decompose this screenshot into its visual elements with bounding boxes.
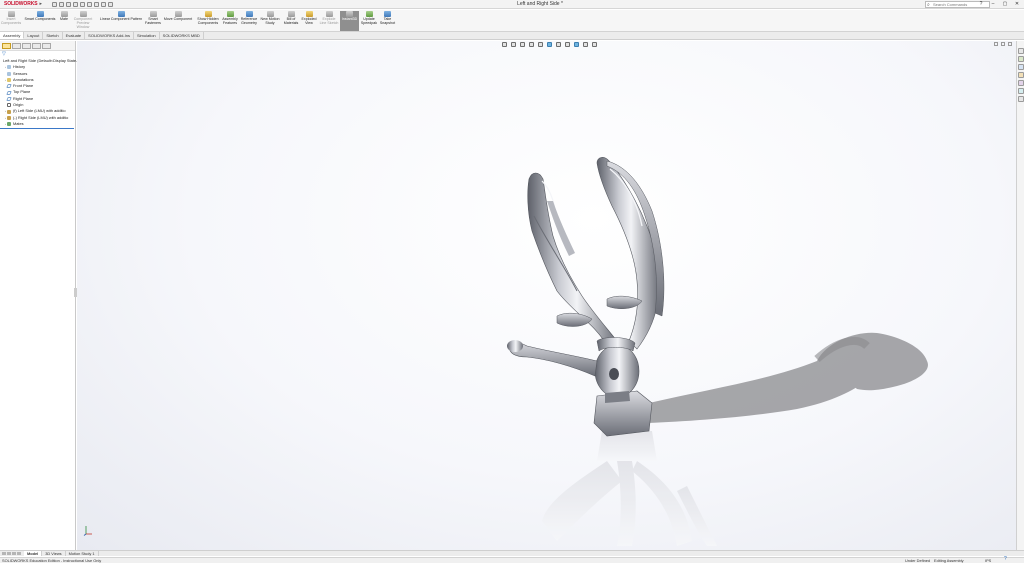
editing-mode-status: Editing Assembly	[934, 558, 964, 563]
tab-assembly[interactable]: Assembly	[0, 32, 25, 39]
folder-icon	[7, 71, 11, 76]
file-properties-icon[interactable]	[101, 1, 106, 7]
design-library-icon[interactable]	[1017, 56, 1024, 62]
smart-components-button[interactable]: Smart Components	[22, 11, 58, 31]
move-component-button[interactable]: Move Component	[162, 11, 194, 31]
tab-layout[interactable]: Layout	[24, 32, 44, 39]
smart-fasteners-button[interactable]: Smart Fasteners	[145, 11, 161, 31]
exploded-view-button[interactable]: Exploded View	[300, 11, 318, 31]
mates-icon	[7, 122, 11, 127]
knuckle-pin-right	[606, 295, 643, 309]
status-bar: SOLIDWORKS Education Edition - Instructi…	[0, 557, 1024, 563]
new-document-icon[interactable]	[52, 1, 57, 7]
plane-icon	[6, 84, 12, 89]
tree-item-label: Mates	[13, 120, 24, 126]
select-icon[interactable]	[87, 1, 92, 7]
feature-manager-tabs	[0, 41, 75, 51]
model-reflection	[542, 431, 717, 546]
tab-model[interactable]: Model	[24, 551, 43, 556]
model-shadow	[637, 332, 928, 423]
origin-icon	[7, 103, 11, 108]
close-button[interactable]: ✕	[1014, 1, 1020, 7]
tab-addins[interactable]: SOLIDWORKS Add-Ins	[85, 32, 134, 39]
command-manager-ribbon: Insert Components Smart Components Mate …	[0, 10, 1024, 32]
part-icon	[7, 109, 11, 114]
save-icon[interactable]	[66, 1, 71, 7]
explode-line-sketch-button[interactable]: Explode Line Sketch	[319, 11, 339, 31]
options-gear-icon[interactable]	[108, 1, 113, 7]
property-manager-tab-icon[interactable]	[12, 43, 21, 49]
tab-scroll-arrows[interactable]	[0, 552, 24, 555]
custom-properties-icon[interactable]	[1017, 88, 1024, 94]
plane-icon	[6, 90, 12, 95]
menu-arrow-icon[interactable]: ▸	[39, 1, 42, 7]
dimxpert-tab-icon[interactable]	[32, 43, 41, 49]
show-hidden-components-button[interactable]: Show Hidden Components	[196, 11, 220, 31]
forum-icon[interactable]	[1017, 96, 1024, 102]
rollback-bar[interactable]	[0, 128, 74, 130]
new-motion-study-button[interactable]: New Motion Study	[260, 11, 280, 31]
bill-of-materials-button[interactable]: Bill of Materials	[282, 11, 300, 31]
window-controls: ? – ▢ ✕	[978, 1, 1020, 7]
help-icon[interactable]: ?	[1004, 557, 1007, 562]
document-title: Left and Right Side *	[517, 1, 563, 7]
definition-status: Under Defined	[905, 558, 931, 563]
unit-system-selector[interactable]: IPS	[985, 558, 991, 563]
instant3d-button[interactable]: Instant3D	[340, 11, 359, 31]
reference-triad-icon	[83, 526, 92, 536]
reference-geometry-button[interactable]: Reference Geometry	[240, 11, 258, 31]
annotation-icon	[7, 78, 11, 83]
insert-components-button[interactable]: Insert Components	[1, 11, 21, 31]
feature-manager-panel: ▽ Left and Right Side (Default<Display S…	[0, 41, 83, 550]
maximize-button[interactable]: ▢	[1002, 1, 1008, 7]
quick-access-toolbar	[52, 1, 113, 7]
feature-tree: Left and Right Side (Default<Display Sta…	[0, 58, 83, 127]
linear-component-pattern-button[interactable]: Linear Component Pattern	[98, 11, 144, 31]
display-manager-tab-icon[interactable]	[42, 43, 51, 49]
mate-button[interactable]: Mate	[58, 11, 70, 31]
tab-sketch[interactable]: Sketch	[43, 32, 63, 39]
view-palette-icon[interactable]	[1017, 72, 1024, 78]
part-icon	[7, 115, 11, 120]
tab-mbd[interactable]: SOLIDWORKS MBD	[160, 32, 204, 39]
plane-icon	[6, 96, 12, 101]
open-document-icon[interactable]	[59, 1, 64, 7]
minimize-button[interactable]: –	[990, 1, 996, 7]
assembly-model-render[interactable]	[77, 41, 1016, 550]
filter-icon[interactable]: ▽	[0, 51, 75, 58]
solidworks-resources-icon[interactable]	[1017, 48, 1024, 54]
file-explorer-icon[interactable]	[1017, 64, 1024, 70]
solidworks-logo[interactable]: SOLIDWORKS ▸	[0, 0, 42, 9]
folder-icon	[7, 65, 11, 70]
take-snapshot-button[interactable]: Take Snapshot	[379, 11, 396, 31]
command-manager-tabs: Assembly Layout Sketch Evaluate SOLIDWOR…	[0, 32, 1024, 40]
tab-evaluate[interactable]: Evaluate	[63, 32, 86, 39]
update-speedpak-button[interactable]: Update Speedpak	[360, 11, 378, 31]
appearances-icon[interactable]	[1017, 80, 1024, 86]
search-placeholder: Search Commands	[933, 2, 968, 7]
help-button[interactable]: ?	[978, 1, 984, 7]
graphics-area[interactable]	[77, 41, 1016, 550]
feature-tree-tab-icon[interactable]	[2, 43, 11, 49]
model-view-tabs: Model 3D Views Motion Study 1	[0, 550, 1024, 556]
task-pane	[1016, 41, 1024, 550]
tree-item[interactable]: › Mates	[0, 121, 75, 127]
assembly-features-button[interactable]: Assembly Features	[221, 11, 239, 31]
search-icon: ⌕	[927, 2, 930, 8]
undo-icon[interactable]	[80, 1, 85, 7]
title-bar: SOLIDWORKS ▸ Left and Right Side * ⌕ Sea…	[0, 0, 1024, 9]
component-preview-button[interactable]: Component Preview Window	[70, 11, 96, 31]
configuration-manager-tab-icon[interactable]	[22, 43, 31, 49]
right-finger	[596, 157, 660, 350]
edition-text: SOLIDWORKS Education Edition - Instructi…	[2, 558, 102, 563]
rebuild-icon[interactable]	[94, 1, 99, 7]
tab-3d-views[interactable]: 3D Views	[42, 551, 66, 556]
app-name: SOLIDWORKS	[4, 1, 38, 7]
print-icon[interactable]	[73, 1, 78, 7]
tab-simulation[interactable]: Simulation	[134, 32, 160, 39]
tab-motion-study[interactable]: Motion Study 1	[66, 551, 99, 556]
